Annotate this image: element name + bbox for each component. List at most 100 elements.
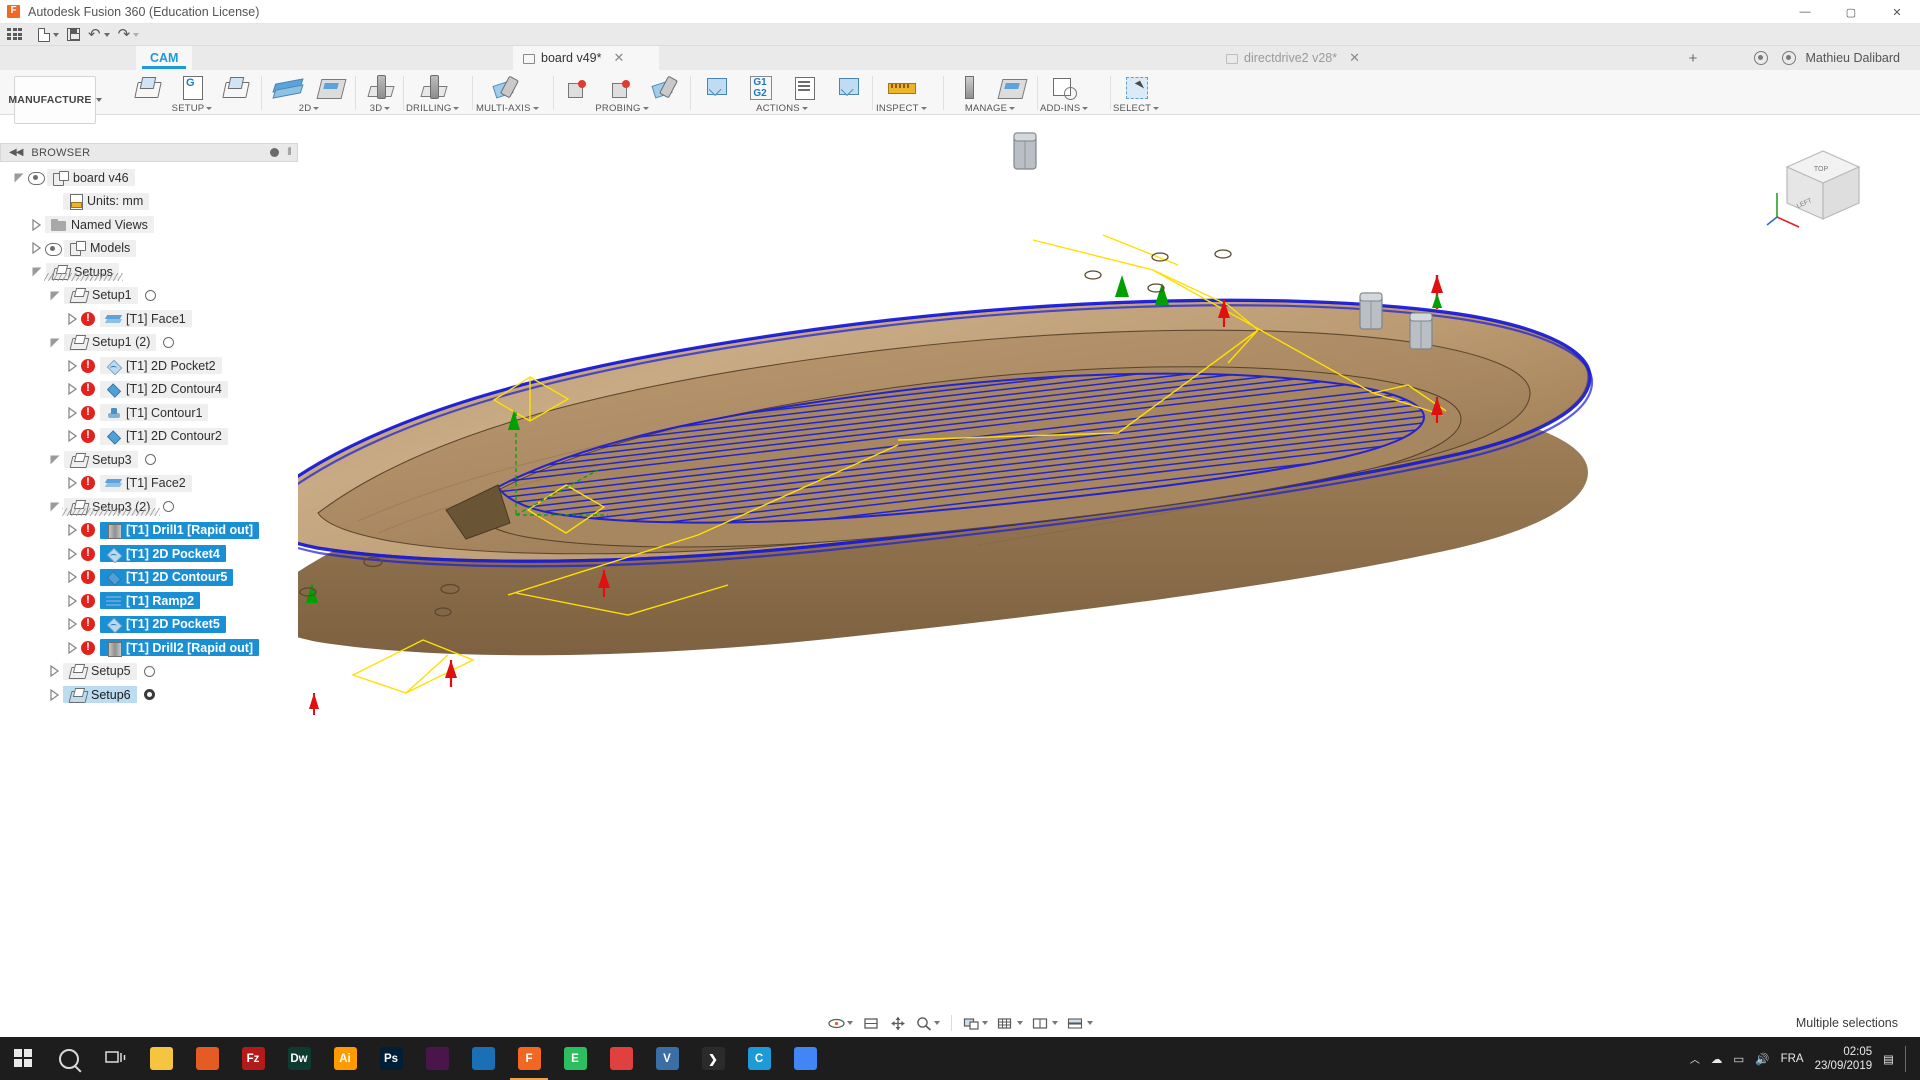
notifications-icon[interactable]: ▤ <box>1883 1052 1894 1066</box>
ribbon-group-addins-label[interactable]: ADD-INS <box>1040 103 1088 114</box>
expander-closed[interactable] <box>68 360 77 372</box>
taskbar-app-vuejs[interactable]: V <box>644 1037 690 1080</box>
workspace-switcher[interactable]: MANUFACTURE <box>14 76 96 124</box>
panel-grip-icon[interactable]: ⦀ <box>287 147 292 158</box>
tree-item-t1-drill1-rapid-out[interactable]: [T1] Drill1 [Rapid out] <box>0 519 298 543</box>
probe-wcs-button[interactable] <box>556 72 600 102</box>
taskbar-app-cura[interactable]: C <box>736 1037 782 1080</box>
manage-parameters-button[interactable] <box>990 72 1034 102</box>
tree-item-t1-face2[interactable]: [T1] Face2 <box>0 472 298 496</box>
tree-item-setup3-2[interactable]: Setup3 (2) <box>0 495 298 519</box>
expander-closed[interactable] <box>68 477 77 489</box>
doc-tab-directdrive2[interactable]: directdrive2 v28* ✕ <box>1216 46 1406 70</box>
help-icon[interactable] <box>1754 51 1768 65</box>
new-document-button[interactable] <box>34 24 63 46</box>
expander-open[interactable] <box>50 337 61 348</box>
setup-active-toggle[interactable] <box>145 454 156 465</box>
taskbar-app-dreamweaver[interactable]: Dw <box>276 1037 322 1080</box>
scripts-addins-button[interactable] <box>1042 72 1086 102</box>
show-hidden-icons[interactable]: ︿ <box>1690 1051 1700 1066</box>
zoom-button[interactable] <box>913 1012 943 1034</box>
probe-geometry-button[interactable] <box>600 72 644 102</box>
expander-closed[interactable] <box>68 595 77 607</box>
pocket-2d-button[interactable] <box>309 72 353 102</box>
post-process-button[interactable]: G1G2 <box>738 72 782 102</box>
tree-item-t1-2d-pocket2[interactable]: [T1] 2D Pocket2 <box>0 354 298 378</box>
taskbar-app-filezilla[interactable]: Fz <box>230 1037 276 1080</box>
select-button[interactable] <box>1114 72 1158 102</box>
expander-open[interactable] <box>32 266 43 277</box>
language-indicator[interactable]: FRA <box>1781 1053 1804 1065</box>
adaptive-3d-button[interactable] <box>358 72 402 102</box>
tree-item-models[interactable]: Models <box>0 237 298 261</box>
tree-item-t1-2d-pocket4[interactable]: [T1] 2D Pocket4 <box>0 542 298 566</box>
expander-closed[interactable] <box>50 665 59 677</box>
volume-icon[interactable]: 🔊 <box>1755 1052 1769 1066</box>
tree-item-setups[interactable]: Setups <box>0 260 298 284</box>
ribbon-group-inspect-label[interactable]: INSPECT <box>876 103 927 114</box>
tree-item-t1-2d-contour2[interactable]: [T1] 2D Contour2 <box>0 425 298 449</box>
new-tab-button[interactable]: + <box>1682 46 1704 70</box>
account-icon[interactable] <box>1782 51 1796 65</box>
tree-item-setup6[interactable]: Setup6 <box>0 683 298 707</box>
start-button[interactable] <box>0 1037 46 1080</box>
expander-open[interactable] <box>50 501 61 512</box>
tree-item-board-v46[interactable]: board v46 <box>0 166 298 190</box>
close-icon[interactable]: ✕ <box>613 52 624 64</box>
orbit-button[interactable] <box>825 1012 856 1034</box>
expander-closed[interactable] <box>68 571 77 583</box>
tree-item-t1-2d-contour5[interactable]: [T1] 2D Contour5 <box>0 566 298 590</box>
tree-item-t1-drill2-rapid-out[interactable]: [T1] Drill2 [Rapid out] <box>0 636 298 660</box>
close-button[interactable]: ✕ <box>1874 0 1920 24</box>
viewports-button[interactable] <box>1029 1012 1061 1034</box>
tree-item-setup1-2[interactable]: Setup1 (2) <box>0 331 298 355</box>
simulate-button[interactable] <box>694 72 738 102</box>
ribbon-group-2d-label[interactable]: 2D <box>299 103 320 114</box>
expander-closed[interactable] <box>68 618 77 630</box>
expander-closed[interactable] <box>68 383 77 395</box>
setup-active-toggle[interactable] <box>163 337 174 348</box>
tree-item-setup3[interactable]: Setup3 <box>0 448 298 472</box>
taskbar-app-fusion360[interactable]: F <box>506 1037 552 1080</box>
display-settings-button[interactable] <box>960 1012 991 1034</box>
expander-closed[interactable] <box>32 219 41 231</box>
ribbon-group-manage-label[interactable]: MANAGE <box>965 103 1015 114</box>
tree-item-t1-2d-contour4[interactable]: [T1] 2D Contour4 <box>0 378 298 402</box>
expander-open[interactable] <box>50 290 61 301</box>
tree-item-t1-ramp2[interactable]: [T1] Ramp2 <box>0 589 298 613</box>
ribbon-group-select-label[interactable]: SELECT <box>1113 103 1159 114</box>
taskbar-app-evernote[interactable]: E <box>552 1037 598 1080</box>
network-icon[interactable]: ▭ <box>1733 1052 1744 1066</box>
expander-closed[interactable] <box>32 242 41 254</box>
save-button[interactable] <box>63 24 84 46</box>
expander-closed[interactable] <box>68 407 77 419</box>
visibility-eye-icon[interactable] <box>45 243 60 254</box>
taskbar-app-arduino[interactable] <box>598 1037 644 1080</box>
taskbar-app-file-explorer[interactable] <box>138 1037 184 1080</box>
setup-active-toggle[interactable] <box>163 501 174 512</box>
taskbar-app-firefox[interactable] <box>184 1037 230 1080</box>
ribbon-group-actions-label[interactable]: ACTIONS <box>756 103 808 114</box>
tool-library-button[interactable] <box>946 72 990 102</box>
taskbar-app-illustrator[interactable]: Ai <box>322 1037 368 1080</box>
search-button[interactable] <box>46 1037 92 1080</box>
tree-item-t1-2d-pocket5[interactable]: [T1] 2D Pocket5 <box>0 613 298 637</box>
grid-snaps-button[interactable] <box>994 1012 1026 1034</box>
taskbar-app-terminal[interactable]: ❯ <box>690 1037 736 1080</box>
clock[interactable]: 02:05 23/09/2019 <box>1815 1045 1873 1073</box>
drill-button[interactable] <box>411 72 455 102</box>
doc-tab-board[interactable]: board v49* ✕ <box>513 46 659 70</box>
tab-cam[interactable]: CAM <box>136 46 192 70</box>
layout-grid-button[interactable] <box>1064 1012 1096 1034</box>
taskbar-app-photoshop[interactable]: Ps <box>368 1037 414 1080</box>
ribbon-group-drilling-label[interactable]: DRILLING <box>406 103 459 114</box>
3d-viewport[interactable]: TOP LEFT <box>298 115 1920 1020</box>
view-cube[interactable]: TOP LEFT <box>1765 137 1875 232</box>
visibility-eye-icon[interactable] <box>28 172 43 183</box>
collapse-left-icon[interactable]: ◀◀ <box>9 147 22 158</box>
machine-simulation-button[interactable] <box>826 72 870 102</box>
taskbar-app-slack[interactable] <box>414 1037 460 1080</box>
expander-closed[interactable] <box>68 430 77 442</box>
app-grid-icon[interactable] <box>7 28 25 41</box>
show-desktop-icon[interactable] <box>1905 1046 1910 1072</box>
